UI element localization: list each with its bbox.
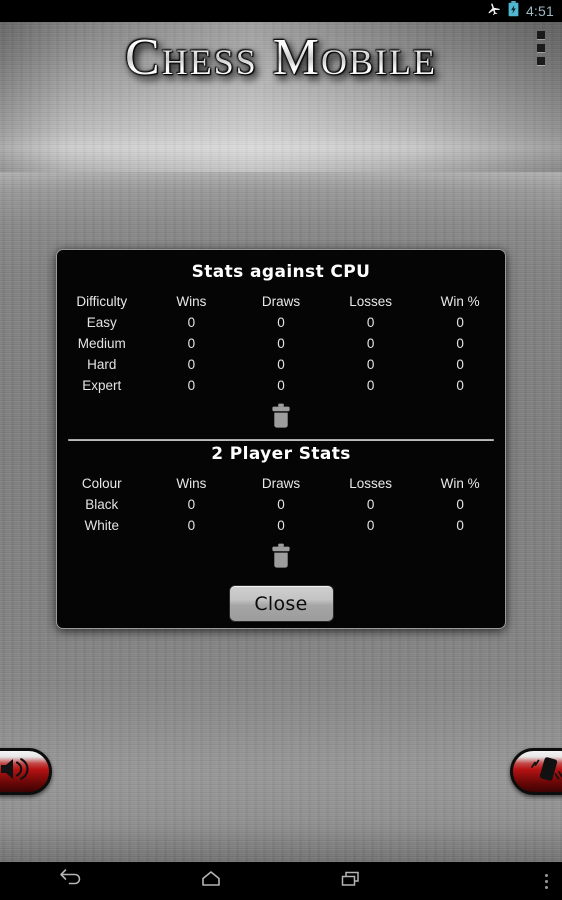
column-header: Win % bbox=[440, 476, 480, 491]
nav-home-button[interactable] bbox=[141, 862, 282, 900]
cell-colour: White bbox=[84, 518, 120, 533]
stats-dialog: Stats against CPU Difficulty Wins Draws … bbox=[56, 249, 506, 629]
two-player-stats-title: 2 Player Stats bbox=[211, 444, 351, 464]
cell-winpct: 0 bbox=[456, 357, 464, 372]
two-player-stats-table: Colour Wins Draws Losses Win % Black 0 0… bbox=[57, 473, 505, 536]
column-header: Losses bbox=[349, 476, 392, 491]
sound-toggle-button[interactable] bbox=[0, 748, 52, 795]
table-row: Hard 0 0 0 0 bbox=[57, 354, 505, 375]
recent-apps-icon bbox=[337, 868, 365, 895]
cell-draws: 0 bbox=[277, 315, 285, 330]
cell-difficulty: Hard bbox=[87, 357, 117, 372]
cell-losses: 0 bbox=[366, 518, 375, 533]
overflow-menu-icon[interactable] bbox=[533, 31, 549, 65]
vibrate-icon bbox=[528, 756, 562, 787]
column-header: Draws bbox=[261, 476, 301, 491]
trash-icon[interactable] bbox=[268, 403, 294, 430]
cell-winpct: 0 bbox=[456, 336, 464, 351]
table-row: Expert 0 0 0 0 bbox=[57, 375, 505, 396]
overflow-dot bbox=[545, 879, 548, 883]
status-bar: 4:51 bbox=[0, 0, 562, 22]
device-screen: 4:51 Chess Mobile Stats against CPU Diff… bbox=[0, 0, 562, 900]
cell-losses: 0 bbox=[366, 497, 375, 512]
column-header: Difficulty bbox=[76, 294, 128, 309]
column-header: Wins bbox=[176, 476, 207, 491]
overflow-dot bbox=[537, 57, 545, 65]
cell-draws: 0 bbox=[277, 357, 285, 372]
bottom-sheen bbox=[0, 682, 562, 862]
cpu-stats-title: Stats against CPU bbox=[191, 262, 371, 282]
cell-winpct: 0 bbox=[456, 518, 464, 533]
speaker-volume-icon bbox=[0, 756, 32, 787]
table-row: Easy 0 0 0 0 bbox=[57, 312, 505, 333]
overflow-dot bbox=[545, 873, 548, 877]
cell-wins: 0 bbox=[187, 336, 196, 351]
table-row: White 0 0 0 0 bbox=[57, 515, 505, 536]
nav-overflow-menu-icon[interactable] bbox=[545, 862, 548, 900]
cell-wins: 0 bbox=[187, 497, 196, 512]
cell-draws: 0 bbox=[277, 336, 285, 351]
cell-winpct: 0 bbox=[456, 378, 464, 393]
column-header: Colour bbox=[81, 476, 122, 491]
cell-draws: 0 bbox=[277, 518, 285, 533]
cell-wins: 0 bbox=[187, 378, 196, 393]
cpu-stats-table: Difficulty Wins Draws Losses Win % Easy … bbox=[57, 291, 505, 396]
cpu-clear-row bbox=[57, 403, 505, 430]
nav-recents-button[interactable] bbox=[281, 862, 422, 900]
cell-difficulty: Easy bbox=[86, 315, 117, 330]
table-header-row: Difficulty Wins Draws Losses Win % bbox=[57, 291, 505, 312]
cell-wins: 0 bbox=[187, 357, 196, 372]
navigation-bar bbox=[0, 862, 562, 900]
column-header: Draws bbox=[261, 294, 301, 309]
battery-charging-icon bbox=[508, 0, 519, 22]
table-row: Black 0 0 0 0 bbox=[57, 494, 505, 515]
trash-icon[interactable] bbox=[268, 543, 294, 570]
airplane-mode-icon bbox=[486, 1, 501, 21]
cell-wins: 0 bbox=[187, 518, 196, 533]
cell-draws: 0 bbox=[277, 497, 285, 512]
two-player-clear-row bbox=[57, 543, 505, 570]
cell-winpct: 0 bbox=[456, 315, 464, 330]
status-bar-clock: 4:51 bbox=[525, 3, 554, 19]
section-divider bbox=[68, 439, 494, 441]
column-header: Wins bbox=[176, 294, 207, 309]
vibrate-toggle-button[interactable] bbox=[510, 748, 562, 795]
cell-losses: 0 bbox=[366, 315, 375, 330]
table-row: Medium 0 0 0 0 bbox=[57, 333, 505, 354]
cell-difficulty: Medium bbox=[77, 336, 126, 351]
cell-losses: 0 bbox=[366, 357, 375, 372]
back-arrow-icon bbox=[56, 868, 84, 895]
table-header-row: Colour Wins Draws Losses Win % bbox=[57, 473, 505, 494]
cell-difficulty: Expert bbox=[82, 378, 122, 393]
home-icon bbox=[197, 868, 225, 895]
overflow-dot bbox=[537, 31, 545, 39]
cell-losses: 0 bbox=[366, 378, 375, 393]
dialog-actions: Close bbox=[57, 585, 505, 622]
close-button[interactable]: Close bbox=[228, 585, 334, 622]
header-sheen bbox=[0, 22, 562, 172]
nav-back-button[interactable] bbox=[0, 862, 141, 900]
cell-wins: 0 bbox=[187, 315, 196, 330]
column-header: Win % bbox=[440, 294, 480, 309]
cell-draws: 0 bbox=[277, 378, 285, 393]
cell-losses: 0 bbox=[366, 336, 375, 351]
column-header: Losses bbox=[349, 294, 392, 309]
overflow-dot bbox=[545, 885, 548, 889]
overflow-dot bbox=[537, 44, 545, 52]
cell-colour: Black bbox=[85, 497, 119, 512]
cell-winpct: 0 bbox=[456, 497, 464, 512]
